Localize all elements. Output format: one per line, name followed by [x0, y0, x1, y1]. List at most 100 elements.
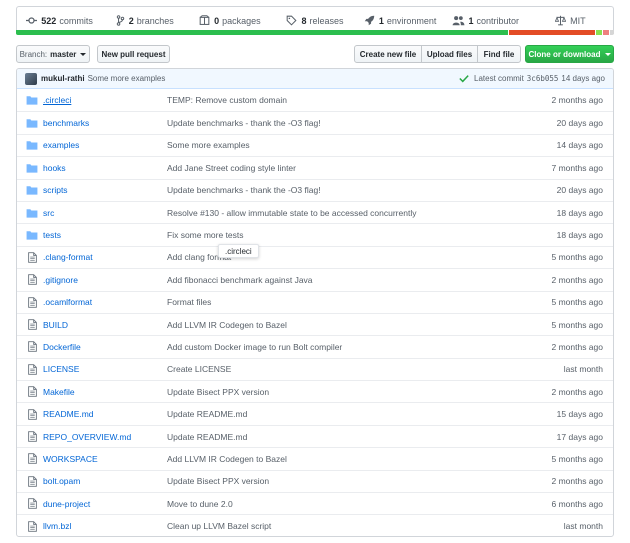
file-icon [21, 431, 43, 442]
file-name-link[interactable]: .ocamlformat [43, 297, 167, 307]
table-row: hooks Add Jane Street coding style linter… [17, 156, 613, 178]
branch-icon [116, 15, 124, 26]
table-row: Dockerfile Add custom Docker image to run… [17, 335, 613, 357]
chevron-down-icon [80, 52, 87, 56]
contributors-count: 1 [468, 15, 474, 26]
environments-link[interactable]: 1 environment [358, 15, 443, 26]
upload-files-button[interactable]: Upload files [421, 45, 478, 63]
file-name-link[interactable]: hooks [43, 163, 167, 173]
contributors-label: contributor [476, 15, 520, 26]
commit-message-link[interactable]: Update benchmarks - thank the -O3 flag! [167, 185, 477, 195]
language-segment[interactable] [602, 30, 610, 35]
commit-message-link[interactable]: Add LLVM IR Codegen to Bazel [167, 454, 477, 464]
packages-count: 0 [214, 15, 220, 26]
commit-message-link[interactable]: Update README.md [167, 409, 477, 419]
file-name-link[interactable]: scripts [43, 185, 167, 195]
file-icon [21, 319, 43, 330]
file-name-link[interactable]: llvm.bzl [43, 521, 167, 531]
commit-message-link[interactable]: Move to dune 2.0 [167, 499, 477, 509]
commit-age: last month [563, 521, 603, 532]
environments-count: 1 [378, 15, 384, 26]
chevron-down-icon [604, 52, 611, 56]
commit-age: 2 months ago [551, 95, 603, 106]
releases-label: releases [309, 15, 344, 26]
commit-message-link[interactable]: Update Bisect PPX version [167, 387, 477, 397]
file-name-link[interactable]: LICENSE [43, 364, 167, 374]
clone-or-download-button[interactable]: Clone or download [525, 45, 614, 63]
table-row: src Resolve #130 - allow immutable state … [17, 200, 613, 223]
file-icon [21, 364, 43, 375]
file-name-link[interactable]: .clang-format [43, 252, 167, 262]
file-name-link[interactable]: WORKSPACE [43, 454, 167, 464]
file-icon [21, 274, 43, 286]
table-row: .gitignore Add fibonacci benchmark agains… [17, 268, 613, 290]
commit-message-link[interactable]: Format files [167, 297, 477, 307]
table-row: scripts Update benchmarks - thank the -O3… [17, 178, 613, 201]
avatar[interactable] [25, 72, 37, 85]
file-name-link[interactable]: BUILD [43, 320, 167, 330]
table-row: REPO_OVERVIEW.md Update README.md 17 days … [17, 424, 613, 447]
commit-message-link[interactable]: Add clang format [167, 252, 477, 262]
language-segment[interactable] [609, 30, 614, 35]
commit-message-link[interactable]: Add Jane Street coding style linter [167, 163, 477, 173]
branch-name: master [50, 49, 77, 59]
file-name-link[interactable]: Dockerfile [43, 342, 167, 352]
file-name-link[interactable]: benchmarks [43, 118, 167, 128]
commit-message-link[interactable]: Create LICENSE [167, 364, 477, 374]
commit-message-link[interactable]: Clean up LLVM Bazel script [167, 521, 477, 531]
new-pull-request-button[interactable]: New pull request [97, 45, 170, 63]
license-link[interactable]: MIT [528, 15, 613, 26]
commit-message-link[interactable]: Add fibonacci benchmark against Java [167, 275, 477, 285]
file-name-link[interactable]: examples [43, 140, 167, 150]
file-name-link[interactable]: README.md [43, 409, 167, 419]
file-name-link[interactable]: tests [43, 230, 167, 240]
commits-link[interactable]: 522 commits [17, 15, 102, 26]
releases-link[interactable]: 8 releases [272, 15, 357, 26]
file-icon [21, 520, 43, 532]
file-name-link[interactable]: Makefile [43, 387, 167, 397]
branches-count: 2 [128, 15, 134, 26]
language-segment[interactable] [507, 30, 595, 35]
commit-age: last month [563, 364, 603, 375]
clone-or-download-label: Clone or download [528, 49, 601, 59]
file-name-link[interactable]: src [43, 208, 167, 218]
branch-select-button[interactable]: Branch: master [16, 45, 90, 63]
commit-sha-link[interactable]: 3c6b055 [527, 74, 559, 83]
commit-message-link[interactable]: TEMP: Remove custom domain [167, 95, 477, 105]
commit-message-link[interactable]: Some more examples [167, 140, 477, 150]
packages-link[interactable]: 0 packages [187, 15, 272, 26]
file-list: mukul-rathi Some more examples Latest co… [16, 68, 614, 537]
commit-author-link[interactable]: mukul-rathi [41, 74, 85, 83]
folder-icon [21, 118, 43, 128]
table-row: README.md Update README.md 15 days ago [17, 402, 613, 424]
file-name-link[interactable]: .gitignore [43, 275, 167, 285]
commit-message-link[interactable]: Update Bisect PPX version [167, 476, 477, 486]
file-name-link[interactable]: bolt.opam [43, 476, 167, 486]
table-row: Makefile Update Bisect PPX version 2 month… [17, 380, 613, 402]
file-name-link[interactable]: REPO_OVERVIEW.md [43, 432, 167, 442]
commit-message-link[interactable]: Update benchmarks - thank the -O3 flag! [167, 118, 477, 128]
commits-label: commits [59, 15, 93, 26]
commit-message-link[interactable]: Resolve #130 - allow immutable state to … [167, 208, 477, 218]
file-name-link[interactable]: .circleci [43, 95, 167, 105]
commit-message-link[interactable]: Add LLVM IR Codegen to Bazel [167, 320, 477, 330]
contributors-link[interactable]: 1 contributor [443, 15, 528, 26]
language-segment[interactable] [16, 30, 508, 35]
file-icon [21, 386, 43, 397]
create-new-file-button[interactable]: Create new file [354, 45, 422, 63]
branches-link[interactable]: 2 branches [102, 15, 187, 26]
find-file-button[interactable]: Find file [477, 45, 521, 63]
commit-age: 2 months ago [551, 476, 603, 487]
commit-message-link[interactable]: Update README.md [167, 432, 477, 442]
file-name-link[interactable]: dune-project [43, 499, 167, 509]
commit-message-link[interactable]: Some more examples [88, 74, 166, 83]
commit-age: 18 days ago [556, 207, 603, 218]
branch-prefix: Branch: [19, 49, 48, 59]
folder-icon [21, 230, 43, 240]
file-icon [21, 453, 43, 465]
language-segment[interactable] [594, 30, 603, 35]
language-bar[interactable] [16, 30, 614, 35]
file-icon [21, 476, 43, 487]
commit-message-link[interactable]: Add custom Docker image to run Bolt comp… [167, 342, 477, 352]
commit-message-link[interactable]: Fix some more tests [167, 230, 477, 240]
